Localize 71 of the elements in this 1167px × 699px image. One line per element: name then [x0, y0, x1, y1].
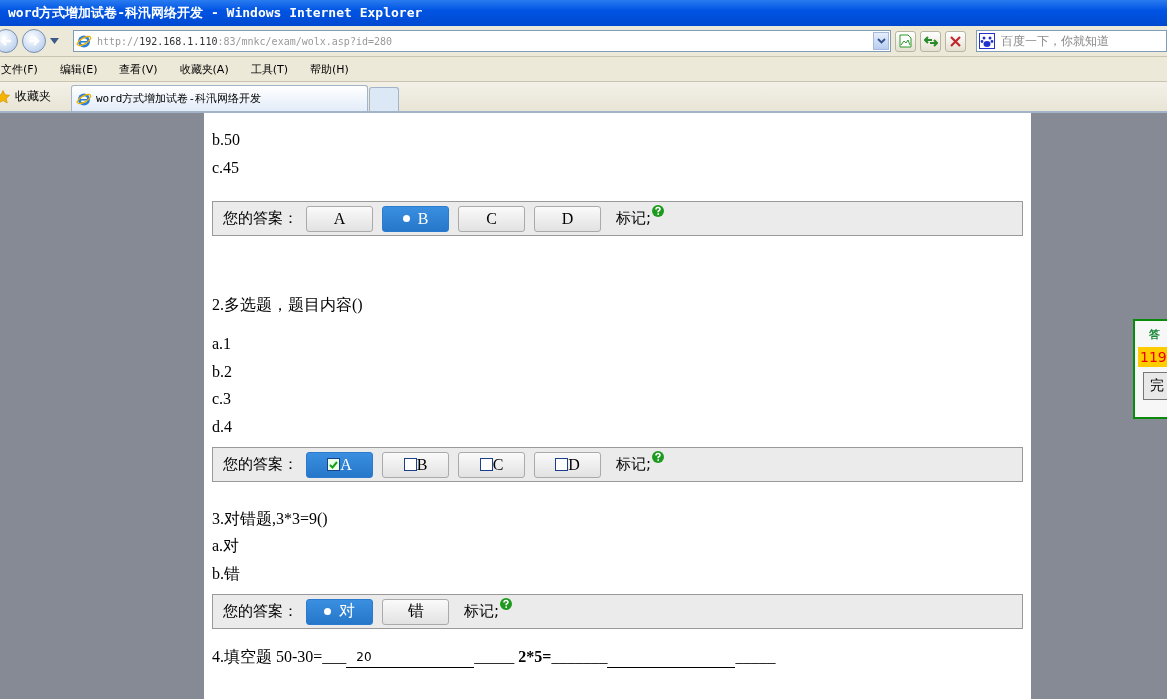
stop-button[interactable] — [945, 30, 966, 52]
checkbox-icon — [555, 458, 569, 471]
menu-item[interactable]: 文件(F) — [1, 61, 38, 77]
question-title: 3.对错题,3*3=9() — [212, 509, 329, 530]
url-text: http://192.168.1.110:83/mnkc/exam/wolx.asp?id=280 — [97, 35, 394, 47]
menu-item[interactable]: 查看(V) — [119, 61, 158, 77]
window-title: word方式增加试卷-科汛网络开发 - Windows Internet Explorer — [8, 4, 423, 22]
forward-arrow-icon — [28, 35, 40, 47]
checkbox-icon — [327, 458, 341, 471]
finish-button[interactable]: 完 — [1143, 372, 1167, 400]
answer-label: 您的答案： — [223, 602, 298, 621]
question-text: 2*5= — [517, 647, 552, 667]
answer-option: a.对 — [212, 535, 1023, 563]
checkbox-icon — [479, 458, 493, 471]
address-field[interactable]: http://192.168.1.110:83/mnkc/exam/wolx.asp?id=280 — [73, 30, 891, 52]
blank-line: ___ — [322, 647, 347, 667]
menu-item[interactable]: 帮助(H) — [310, 61, 349, 77]
answer-option: b.错 — [212, 562, 1023, 590]
compatibility-button[interactable] — [895, 30, 916, 52]
back-arrow-icon — [0, 35, 12, 47]
refresh-button[interactable] — [920, 30, 941, 52]
back-button[interactable] — [0, 29, 18, 53]
answer-choice[interactable]: D — [534, 205, 601, 232]
question-title: 2.多选题，题目内容() — [212, 295, 364, 316]
dropdown-caret-icon[interactable] — [50, 38, 59, 44]
answer-option: b.2 — [212, 360, 1023, 388]
answer-choice[interactable]: B — [382, 205, 449, 232]
mark-label: 标记; — [616, 455, 652, 474]
blank-line: _______ — [551, 647, 608, 667]
timer-text: 119 — [1138, 347, 1167, 367]
mark-label: 标记; — [464, 602, 500, 621]
refresh-arrows-icon — [923, 34, 938, 48]
help-icon[interactable] — [500, 598, 513, 610]
help-icon[interactable] — [652, 451, 665, 463]
paw-icon — [979, 33, 995, 49]
menu-item[interactable]: 编辑(E) — [59, 61, 98, 77]
forward-button[interactable] — [22, 29, 46, 53]
answer-choice[interactable]: B — [382, 451, 449, 478]
answer-choice[interactable]: C — [458, 205, 525, 232]
answer-label: 您的答案： — [223, 455, 298, 474]
answer-option: c.45 — [212, 156, 1023, 184]
favorites-button[interactable]: 收藏夹 — [0, 84, 59, 109]
fill-in-field[interactable]: 20 — [346, 648, 475, 668]
browser-tab[interactable]: word方式增加试卷-科汛网络开发 — [71, 85, 368, 111]
address-dropdown-button[interactable] — [873, 32, 889, 50]
browser-logo-icon — [76, 33, 92, 49]
chevron-down-icon — [876, 38, 886, 44]
star-icon — [0, 89, 10, 104]
blank-line: _____ — [474, 647, 515, 667]
search-field[interactable]: 百度一下，你就知道 — [976, 30, 1167, 52]
checkbox-icon — [403, 458, 417, 471]
mark-label: 标记; — [616, 209, 652, 228]
answer-option: c.3 — [212, 388, 1023, 416]
page-icon — [899, 34, 912, 48]
question-title: 4.填空题 50-30= — [212, 647, 323, 667]
blank-line: _____ — [735, 647, 776, 667]
answer-choice[interactable]: 对 — [306, 598, 373, 625]
answer-option: b.50 — [212, 129, 1023, 157]
menu-item[interactable]: 工具(T) — [250, 61, 288, 77]
answer-choice[interactable]: C — [458, 451, 525, 478]
answer-choice[interactable]: D — [534, 451, 601, 478]
close-icon — [950, 35, 961, 47]
menu-item[interactable]: 收藏夹(A) — [179, 61, 229, 77]
answer-label: 您的答案： — [223, 209, 298, 228]
panel-title: 答 — [1148, 327, 1161, 342]
answer-choice[interactable]: 错 — [382, 598, 449, 625]
answer-choice[interactable]: A — [306, 205, 373, 232]
answer-option: a.1 — [212, 333, 1023, 361]
help-icon[interactable] — [652, 205, 665, 217]
answer-option: d.4 — [212, 415, 1023, 443]
answer-choice[interactable]: A — [306, 451, 373, 478]
